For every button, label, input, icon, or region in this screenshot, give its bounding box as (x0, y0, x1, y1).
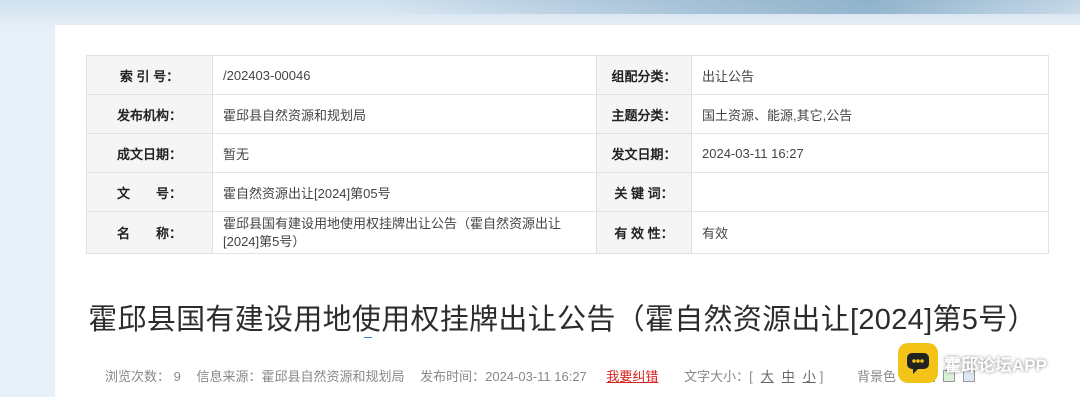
title-accent-line (364, 337, 372, 338)
document-metadata-table: 索 引 号： /202403-00046 组配分类： 出让公告 发布机构： 霍邱… (86, 55, 1049, 254)
meta-label: 组配分类： (596, 55, 692, 95)
meta-label: 成文日期： (86, 133, 213, 173)
info-source: 信息来源：霍邱县自然资源和规划局 (196, 369, 405, 384)
publish-time: 发布时间：2024-03-11 16:27 (420, 369, 587, 384)
meta-value: 霍自然资源出让[2024]第05号 (212, 172, 597, 212)
meta-value: 霍邱县自然资源和规划局 (212, 94, 597, 134)
meta-value: 霍邱县国有建设用地使用权挂牌出让公告（霍自然资源出让[2024]第5号） (212, 211, 597, 254)
app-watermark: 霍邱论坛APP (898, 340, 1080, 386)
font-size-bracket: ] (819, 369, 824, 384)
meta-label: 发布机构： (86, 94, 213, 134)
font-size-large-link[interactable]: 大 (761, 369, 774, 384)
meta-label: 索 引 号： (86, 55, 213, 95)
table-row: 索 引 号： /202403-00046 组配分类： 出让公告 (86, 55, 1049, 95)
table-row: 名 称： 霍邱县国有建设用地使用权挂牌出让公告（霍自然资源出让[2024]第5号… (86, 211, 1049, 254)
table-row: 发布机构： 霍邱县自然资源和规划局 主题分类： 国土资源、能源,其它,公告 (86, 94, 1049, 134)
meta-label: 文 号： (86, 172, 213, 212)
meta-label: 关 键 词： (596, 172, 692, 212)
header-banner-decoration (380, 0, 1080, 14)
background-color-label: 背景色 (856, 369, 896, 384)
table-row: 文 号： 霍自然资源出让[2024]第05号 关 键 词： (86, 172, 1049, 212)
font-size-medium-link[interactable]: 中 (782, 369, 795, 384)
meta-value (691, 172, 1049, 212)
meta-value: /202403-00046 (212, 55, 597, 95)
view-count: 浏览次数： 9 (105, 369, 181, 384)
article-title: 霍邱县国有建设用地使用权挂牌出让公告（霍自然资源出让[2024]第5号） (88, 304, 1037, 336)
meta-value: 出让公告 (691, 55, 1049, 95)
chat-bubble-icon (898, 343, 938, 383)
watermark-text: 霍邱论坛APP (944, 355, 1047, 375)
meta-label: 名 称： (86, 211, 213, 254)
meta-value: 有效 (691, 211, 1049, 254)
report-error-link[interactable]: 我要纠错 (606, 369, 658, 384)
font-size-label: 文字大小：[ (684, 369, 753, 384)
meta-label: 主题分类： (596, 94, 692, 134)
meta-value: 暂无 (212, 133, 597, 173)
table-row: 成文日期： 暂无 发文日期： 2024-03-11 16:27 (86, 133, 1049, 173)
meta-value: 2024-03-11 16:27 (691, 133, 1049, 173)
meta-value: 国土资源、能源,其它,公告 (691, 94, 1049, 134)
article-info-bar: 浏览次数： 9 信息来源：霍邱县自然资源和规划局 发布时间：2024-03-11… (105, 366, 979, 385)
font-size-small-link[interactable]: 小 (803, 369, 816, 384)
meta-label: 有 效 性： (596, 211, 692, 254)
meta-label: 发文日期： (596, 133, 692, 173)
font-size-control: 文字大小：[ 大中小] (684, 369, 831, 384)
